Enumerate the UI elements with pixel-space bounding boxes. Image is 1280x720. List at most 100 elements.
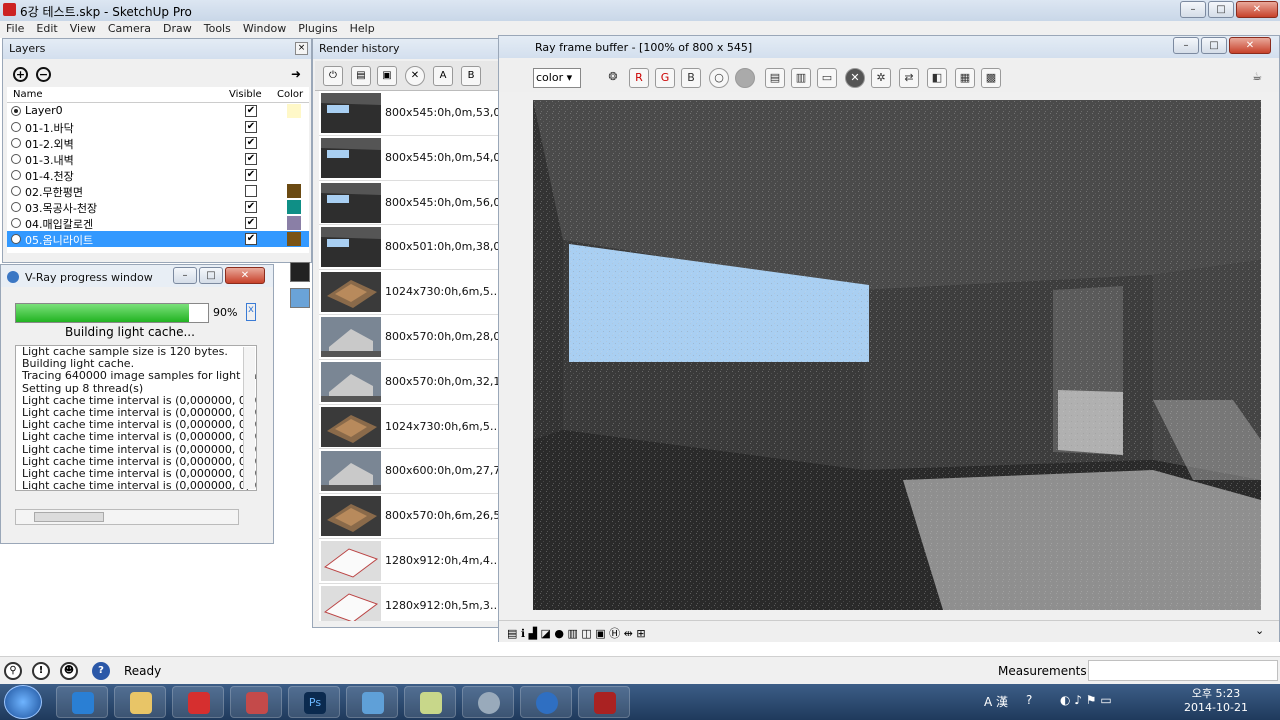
menu-camera[interactable]: Camera: [102, 21, 157, 38]
track-icon[interactable]: ◧: [927, 68, 947, 88]
visible-checkbox[interactable]: ✔: [245, 137, 257, 149]
clock[interactable]: 오후 5:23 2014-10-21: [1180, 687, 1252, 715]
active-layer-radio[interactable]: [11, 106, 21, 116]
render-history-item[interactable]: 800x600:0h,0m,27,7s: [319, 449, 513, 495]
taskbar-photoshop[interactable]: Ps: [288, 686, 340, 718]
clear-icon[interactable]: ✕: [845, 68, 865, 88]
layer-row[interactable]: 05.옴니라이트 ✔: [7, 231, 309, 247]
geo-location-icon[interactable]: ⚲: [4, 662, 22, 680]
green-channel-button[interactable]: G: [655, 68, 675, 88]
layer-color-swatch[interactable]: [287, 184, 301, 198]
active-layer-radio[interactable]: [11, 202, 21, 212]
mono-icon[interactable]: [735, 68, 755, 88]
render-history-item[interactable]: 1280x912:0h,5m,3…: [319, 584, 513, 621]
teapot-icon[interactable]: ☕: [1247, 68, 1267, 88]
taskbar-ie[interactable]: [56, 686, 108, 718]
render-history-item[interactable]: 800x501:0h,0m,38,0s: [319, 225, 513, 271]
menu-file[interactable]: File: [0, 21, 30, 38]
cancel-render-button[interactable]: x: [246, 303, 256, 321]
render-history-item[interactable]: 800x545:0h,0m,53,0s: [319, 91, 513, 136]
color-balance-icon[interactable]: ❂: [603, 68, 623, 88]
layer-row[interactable]: 01-4.천장 ✔: [7, 167, 309, 183]
close-button[interactable]: ✕: [1236, 1, 1278, 18]
active-layer-radio[interactable]: [11, 218, 21, 228]
visible-checkbox[interactable]: ✔: [245, 201, 257, 213]
progress-close-button[interactable]: ✕: [225, 267, 265, 284]
link-icon[interactable]: ⇄: [899, 68, 919, 88]
progress-maximize-button[interactable]: □: [199, 267, 223, 284]
layer-color-swatch[interactable]: [287, 232, 301, 246]
render-history-item[interactable]: 1024x730:0h,6m,5…: [319, 270, 513, 315]
active-layer-radio[interactable]: [11, 138, 21, 148]
active-layer-radio[interactable]: [11, 186, 21, 196]
tray-help-icon[interactable]: ?: [1026, 693, 1032, 707]
col-color[interactable]: Color: [277, 89, 303, 100]
visible-checkbox[interactable]: ✔: [245, 121, 257, 133]
open-icon[interactable]: ▭: [817, 68, 837, 88]
tray-ime[interactable]: A 漢: [984, 693, 1008, 710]
taskbar-app3[interactable]: [578, 686, 630, 718]
visible-checkbox[interactable]: ✔: [245, 233, 257, 245]
alpha-icon[interactable]: ○: [709, 68, 729, 88]
measurements-input[interactable]: [1088, 660, 1278, 681]
progress-minimize-button[interactable]: –: [173, 267, 197, 284]
render-history-item[interactable]: 1280x912:0h,4m,4…: [319, 539, 513, 584]
help-icon[interactable]: ?: [92, 662, 110, 680]
vfb-close-button[interactable]: ✕: [1229, 37, 1271, 54]
start-button[interactable]: [4, 685, 42, 719]
layer-row[interactable]: 04.매입칼로겐 ✔: [7, 215, 309, 231]
paint-icon[interactable]: [290, 262, 310, 282]
menu-tools[interactable]: Tools: [198, 21, 237, 38]
blue-channel-button[interactable]: B: [681, 68, 701, 88]
taskbar-app[interactable]: [462, 686, 514, 718]
render-history-item[interactable]: 800x570:0h,6m,26,5s: [319, 494, 513, 539]
col-visible[interactable]: Visible: [229, 89, 262, 100]
layer-row[interactable]: 03.목공사-천장 ✔: [7, 199, 309, 215]
red-channel-button[interactable]: R: [629, 68, 649, 88]
vfb-maximize-button[interactable]: □: [1201, 37, 1227, 54]
taskbar-layout[interactable]: [230, 686, 282, 718]
render-history-item[interactable]: 800x570:0h,0m,28,0s: [319, 315, 513, 360]
menu-help[interactable]: Help: [344, 21, 381, 38]
layer-color-swatch[interactable]: [287, 200, 301, 214]
layer-color-swatch[interactable]: [287, 216, 301, 230]
minimize-button[interactable]: –: [1180, 1, 1206, 18]
render-region-icon[interactable]: ✲: [871, 68, 891, 88]
layer-row[interactable]: 02.무한평면: [7, 183, 309, 199]
layer-color-swatch[interactable]: [287, 104, 301, 118]
save-all-icon[interactable]: ▥: [791, 68, 811, 88]
visible-checkbox[interactable]: ✔: [245, 217, 257, 229]
visible-checkbox[interactable]: ✔: [245, 169, 257, 181]
add-layer-button[interactable]: +: [13, 67, 28, 82]
vfb-bottom-icons[interactable]: ▤ ℹ ▟ ◪ ● ▥ ◫ ▣ Ⓗ ⇹ ⊞: [507, 625, 646, 641]
load-icon[interactable]: ▣: [377, 66, 397, 86]
menu-plugins[interactable]: Plugins: [292, 21, 343, 38]
menu-draw[interactable]: Draw: [157, 21, 198, 38]
log-vertical-scrollbar[interactable]: [243, 347, 255, 489]
taskbar-explorer[interactable]: [114, 686, 166, 718]
delete-layer-button[interactable]: −: [36, 67, 51, 82]
visible-checkbox[interactable]: ✔: [245, 105, 257, 117]
menu-window[interactable]: Window: [237, 21, 292, 38]
layer-row[interactable]: 01-2.외벽 ✔: [7, 135, 309, 151]
layer-row[interactable]: Layer0 ✔: [7, 103, 309, 119]
save-icon[interactable]: ▤: [351, 66, 371, 86]
progress-log[interactable]: Light cache sample size is 120 bytes. Bui…: [15, 345, 257, 491]
maximize-button[interactable]: □: [1208, 1, 1234, 18]
show-corrections-icon[interactable]: ▦: [955, 68, 975, 88]
visible-checkbox[interactable]: [245, 185, 257, 197]
layers-close-button[interactable]: ×: [295, 42, 308, 55]
render-history-item[interactable]: 800x545:0h,0m,54,0s: [319, 136, 513, 181]
col-name[interactable]: Name: [13, 89, 43, 100]
channel-select[interactable]: color ▾: [533, 68, 581, 88]
rendered-image[interactable]: [533, 100, 1261, 610]
menu-view[interactable]: View: [64, 21, 102, 38]
taskbar-notes[interactable]: [404, 686, 456, 718]
layer-row[interactable]: 01-3.내벽 ✔: [7, 151, 309, 167]
vfb-expand-icon[interactable]: ⌄: [1255, 624, 1264, 637]
taskbar-app2[interactable]: [520, 686, 572, 718]
user-icon[interactable]: ☻: [60, 662, 78, 680]
render-history-item[interactable]: 800x570:0h,0m,32,1s: [319, 360, 513, 405]
vfb-minimize-button[interactable]: –: [1173, 37, 1199, 54]
compare-a-icon[interactable]: A: [433, 66, 453, 86]
